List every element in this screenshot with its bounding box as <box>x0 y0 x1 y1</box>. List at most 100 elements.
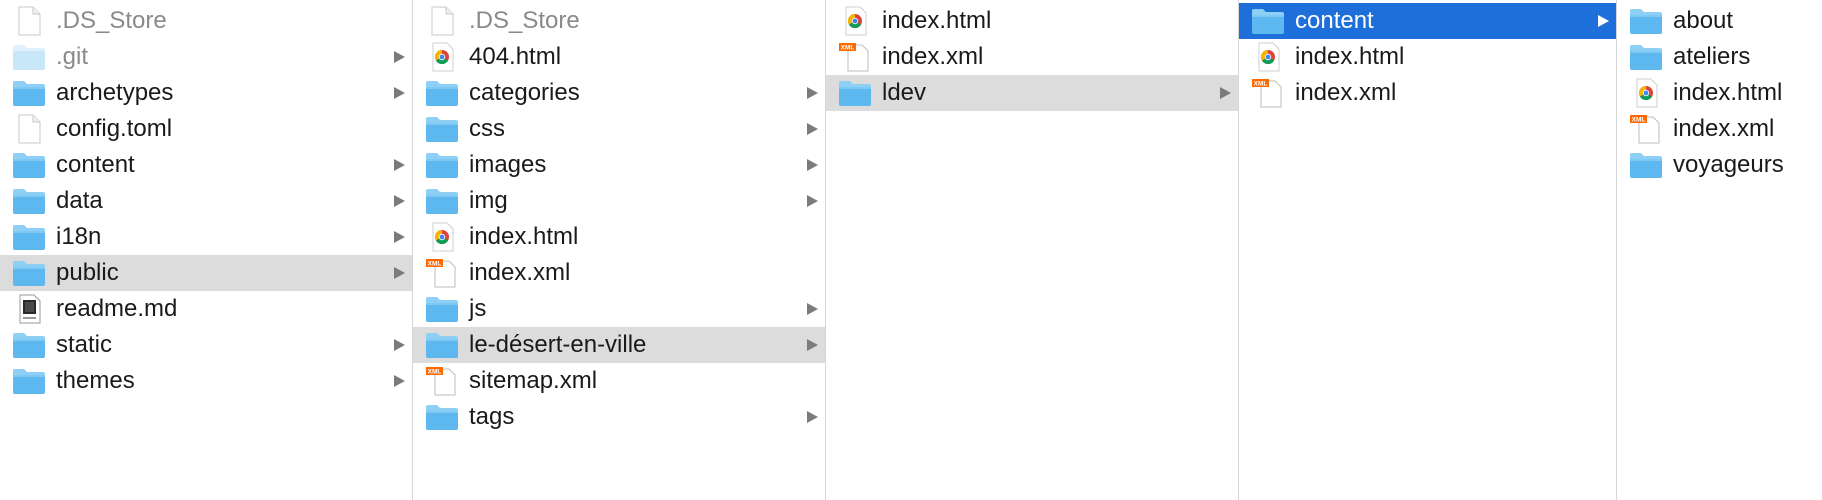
file-row-index-html[interactable]: index.html <box>1239 39 1616 75</box>
disclosure-arrow-icon[interactable] <box>807 411 818 423</box>
folder-icon <box>12 222 46 252</box>
disclosure-arrow-icon[interactable] <box>807 123 818 135</box>
markdown-file-icon <box>12 294 46 324</box>
file-row-archetypes[interactable]: archetypes <box>0 75 412 111</box>
chrome-html-icon <box>1251 42 1285 72</box>
chrome-html-icon <box>838 6 872 36</box>
file-row-index-html[interactable]: index.html <box>1617 75 1822 111</box>
file-name: static <box>56 331 113 358</box>
file-row-content[interactable]: content <box>0 147 412 183</box>
file-row-categories[interactable]: categories <box>413 75 825 111</box>
file-row-le-desert-en-ville[interactable]: le-désert-en-ville <box>413 327 825 363</box>
file-row-images[interactable]: images <box>413 147 825 183</box>
file-row-404-html[interactable]: 404.html <box>413 39 825 75</box>
file-row-public[interactable]: public <box>0 255 412 291</box>
disclosure-arrow-icon[interactable] <box>807 159 818 171</box>
file-name: ateliers <box>1673 43 1751 70</box>
file-name: themes <box>56 367 135 394</box>
folder-icon <box>1629 150 1663 180</box>
svg-text:XML: XML <box>428 261 442 268</box>
file-name: index.xml <box>469 259 571 286</box>
file-name: content <box>56 151 135 178</box>
disclosure-arrow-icon[interactable] <box>394 231 405 243</box>
file-row-tags[interactable]: tags <box>413 399 825 435</box>
file-name: .git <box>56 43 89 70</box>
file-name: js <box>469 295 487 322</box>
file-row-config-toml[interactable]: config.toml <box>0 111 412 147</box>
disclosure-arrow-icon[interactable] <box>807 303 818 315</box>
disclosure-arrow-icon[interactable] <box>807 339 818 351</box>
file-name: index.xml <box>882 43 984 70</box>
disclosure-arrow-icon[interactable] <box>394 267 405 279</box>
folder-icon <box>1251 6 1285 36</box>
file-name: index.html <box>469 223 579 250</box>
column-content[interactable]: about ateliers index.html XML index.xml … <box>1617 0 1822 500</box>
column-root[interactable]: .DS_Store .git archetypes config.toml co… <box>0 0 413 500</box>
file-name: index.html <box>1295 43 1405 70</box>
file-row-index-html[interactable]: index.html <box>826 3 1238 39</box>
file-row-index-xml[interactable]: XML index.xml <box>826 39 1238 75</box>
file-row-git[interactable]: .git <box>0 39 412 75</box>
folder-icon <box>838 78 872 108</box>
xml-file-icon: XML <box>425 366 459 396</box>
disclosure-arrow-icon[interactable] <box>1220 87 1231 99</box>
file-name: public <box>56 259 119 286</box>
file-row-ds-store[interactable]: .DS_Store <box>413 3 825 39</box>
file-row-readme-md[interactable]: readme.md <box>0 291 412 327</box>
disclosure-arrow-icon[interactable] <box>807 87 818 99</box>
file-row-ateliers[interactable]: ateliers <box>1617 39 1822 75</box>
file-name: images <box>469 151 547 178</box>
file-row-data[interactable]: data <box>0 183 412 219</box>
chrome-html-icon <box>1629 78 1663 108</box>
folder-icon <box>12 78 46 108</box>
file-name: readme.md <box>56 295 178 322</box>
file-name: le-désert-en-ville <box>469 331 647 358</box>
svg-text:XML: XML <box>1254 81 1268 88</box>
file-row-index-xml[interactable]: XML index.xml <box>413 255 825 291</box>
file-name: voyageurs <box>1673 151 1784 178</box>
file-row-about[interactable]: about <box>1617 3 1822 39</box>
file-name: about <box>1673 7 1734 34</box>
folder-icon <box>425 150 459 180</box>
file-row-index-html[interactable]: index.html <box>413 219 825 255</box>
disclosure-arrow-icon[interactable] <box>394 87 405 99</box>
disclosure-arrow-icon[interactable] <box>1598 15 1609 27</box>
folder-icon <box>425 186 459 216</box>
folder-icon <box>12 366 46 396</box>
file-row-sitemap-xml[interactable]: XML sitemap.xml <box>413 363 825 399</box>
file-row-css[interactable]: css <box>413 111 825 147</box>
folder-icon <box>12 186 46 216</box>
file-name: tags <box>469 403 515 430</box>
folder-icon <box>12 42 46 72</box>
file-row-content[interactable]: content <box>1239 3 1616 39</box>
disclosure-arrow-icon[interactable] <box>394 375 405 387</box>
file-row-i18n[interactable]: i18n <box>0 219 412 255</box>
document-icon <box>425 6 459 36</box>
svg-text:XML: XML <box>1632 117 1646 124</box>
xml-file-icon: XML <box>1251 78 1285 108</box>
disclosure-arrow-icon[interactable] <box>394 339 405 351</box>
file-name: data <box>56 187 103 214</box>
disclosure-arrow-icon[interactable] <box>394 159 405 171</box>
chrome-html-icon <box>425 42 459 72</box>
file-row-js[interactable]: js <box>413 291 825 327</box>
file-row-index-xml[interactable]: XML index.xml <box>1239 75 1616 111</box>
file-name: index.xml <box>1673 115 1775 142</box>
folder-icon <box>425 330 459 360</box>
disclosure-arrow-icon[interactable] <box>807 195 818 207</box>
file-row-img[interactable]: img <box>413 183 825 219</box>
disclosure-arrow-icon[interactable] <box>394 51 405 63</box>
column-public[interactable]: .DS_Store 404.html categories css images… <box>413 0 826 500</box>
file-name: img <box>469 187 508 214</box>
file-row-ldev[interactable]: ldev <box>826 75 1238 111</box>
svg-text:XML: XML <box>428 369 442 376</box>
file-row-voyageurs[interactable]: voyageurs <box>1617 147 1822 183</box>
file-row-themes[interactable]: themes <box>0 363 412 399</box>
column-le-desert-en-ville[interactable]: index.html XML index.xml ldev <box>826 0 1239 500</box>
file-row-static[interactable]: static <box>0 327 412 363</box>
file-row-index-xml[interactable]: XML index.xml <box>1617 111 1822 147</box>
column-ldev[interactable]: content index.html XML index.xml <box>1239 0 1617 500</box>
disclosure-arrow-icon[interactable] <box>394 195 405 207</box>
file-row-ds-store[interactable]: .DS_Store <box>0 3 412 39</box>
file-name: 404.html <box>469 43 562 70</box>
